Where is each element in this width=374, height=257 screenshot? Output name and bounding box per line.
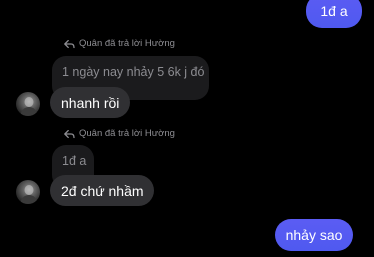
reply-arrow-icon (64, 129, 75, 139)
message-text: 2đ chứ nhầm (61, 182, 144, 199)
outgoing-message[interactable]: 1đ a (306, 0, 362, 28)
message-text: 1đ a (320, 3, 348, 19)
reply-header: Quân đã trả lời Hường (64, 38, 175, 50)
reply-header-text: Quân đã trả lời Hường (79, 128, 175, 139)
incoming-message[interactable]: 2đ chứ nhầm (50, 175, 154, 206)
reply-header: Quân đã trả lời Hường (64, 128, 175, 140)
quoted-text: 1đ a (62, 154, 87, 168)
avatar[interactable] (16, 180, 40, 204)
quoted-text: 1 ngày nay nhảy 5 6k j đó (62, 65, 205, 79)
incoming-message[interactable]: nhanh rồi (50, 87, 130, 118)
message-text: nhanh rồi (61, 94, 120, 111)
chat-thread: 1đ a Quân đã trả lời Hường 1 ngày nay nh… (0, 0, 374, 257)
reply-header-text: Quân đã trả lời Hường (79, 38, 175, 49)
message-text: nhảy sao (285, 227, 343, 243)
reply-arrow-icon (64, 39, 75, 49)
outgoing-message[interactable]: nhảy sao (275, 219, 353, 251)
avatar[interactable] (16, 92, 40, 116)
